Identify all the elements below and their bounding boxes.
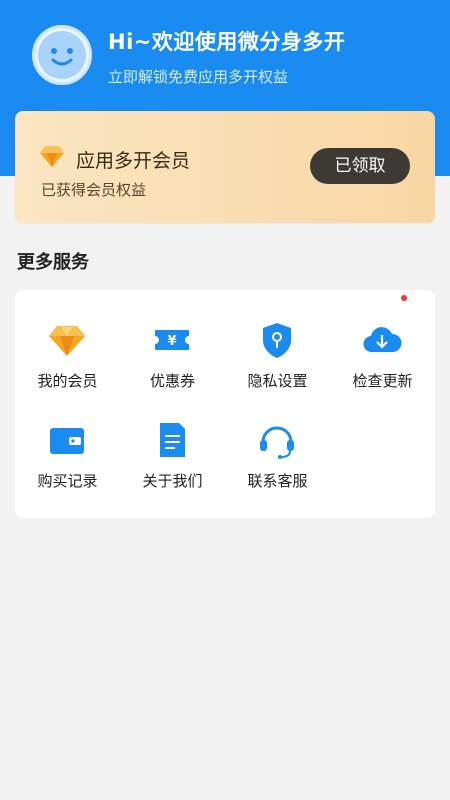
service-label: 购买记录 — [37, 472, 98, 490]
membership-status: 已获得会员权益 — [41, 181, 147, 199]
services-grid: 我的会员 ¥ 优惠券 隐私设置 检查更新 购买记录 关于我们 联系客服 — [15, 290, 435, 518]
smiley-face-icon — [38, 31, 86, 79]
welcome-subtitle: 立即解锁免费应用多开权益 — [108, 68, 289, 86]
profile-page: Hi~欢迎使用微分身多开 立即解锁免费应用多开权益 应用多开会员 已获得会员权益… — [0, 0, 450, 800]
shield-icon — [263, 323, 291, 358]
service-label: 关于我们 — [142, 472, 203, 490]
service-coupons[interactable]: ¥ 优惠券 — [120, 290, 225, 390]
wallet-icon — [50, 428, 84, 454]
service-purchase-history[interactable]: 购买记录 — [15, 390, 120, 490]
claimed-button[interactable]: 已领取 — [310, 148, 410, 184]
service-my-membership[interactable]: 我的会员 — [15, 290, 120, 390]
service-label: 优惠券 — [149, 372, 195, 390]
service-label: 检查更新 — [352, 372, 413, 390]
avatar[interactable] — [32, 25, 92, 85]
service-label: 我的会员 — [37, 372, 98, 390]
service-label: 隐私设置 — [247, 372, 308, 390]
cloud-download-icon — [363, 327, 402, 353]
document-icon — [160, 423, 185, 457]
service-privacy-settings[interactable]: 隐私设置 — [225, 290, 330, 390]
membership-title: 应用多开会员 — [76, 150, 191, 172]
service-about-us[interactable]: 关于我们 — [120, 390, 225, 490]
membership-card[interactable]: 应用多开会员 已获得会员权益 已领取 — [15, 111, 435, 223]
service-label: 联系客服 — [247, 472, 308, 490]
diamond-icon — [40, 146, 64, 167]
svg-text:¥: ¥ — [167, 334, 176, 349]
diamond-icon — [49, 326, 85, 356]
headset-icon — [260, 426, 294, 459]
welcome-title: Hi~欢迎使用微分身多开 — [108, 30, 346, 54]
service-customer-support[interactable]: 联系客服 — [225, 390, 330, 490]
coupon-icon: ¥ — [155, 330, 189, 350]
section-title: 更多服务 — [17, 252, 89, 273]
service-check-update[interactable]: 检查更新 — [330, 290, 435, 390]
